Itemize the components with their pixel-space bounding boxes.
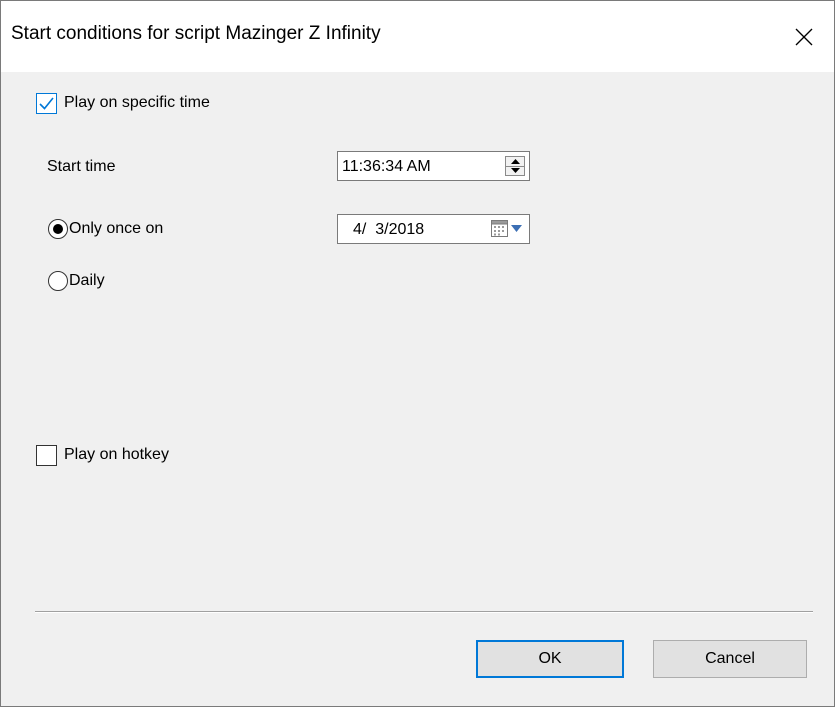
only-once-radio[interactable] xyxy=(48,219,68,239)
close-button[interactable] xyxy=(774,1,834,72)
date-picker[interactable]: 4/ 3/2018 xyxy=(337,214,530,244)
radio-selected-dot xyxy=(53,224,63,234)
only-once-label[interactable]: Only once on xyxy=(69,220,163,238)
date-value[interactable]: 4/ 3/2018 xyxy=(353,221,424,239)
title-bar: Start conditions for script Mazinger Z I… xyxy=(1,1,834,72)
start-time-value[interactable]: 11:36:34 AM xyxy=(342,158,431,176)
checkmark-icon xyxy=(39,97,54,110)
spin-down-button[interactable] xyxy=(506,166,524,175)
play-on-specific-time-checkbox[interactable] xyxy=(36,93,57,114)
start-time-spinner[interactable] xyxy=(505,156,525,176)
start-time-picker[interactable]: 11:36:34 AM xyxy=(337,151,530,181)
calendar-icon xyxy=(491,220,508,237)
daily-radio[interactable] xyxy=(48,271,68,291)
play-on-hotkey-checkbox[interactable] xyxy=(36,445,57,466)
start-conditions-dialog: Start conditions for script Mazinger Z I… xyxy=(0,0,835,707)
play-on-hotkey-label[interactable]: Play on hotkey xyxy=(64,446,169,464)
dialog-body: Play on specific time Start time 11:36:3… xyxy=(1,72,834,706)
separator xyxy=(35,611,813,613)
play-on-specific-time-label[interactable]: Play on specific time xyxy=(64,94,210,112)
cancel-button[interactable]: Cancel xyxy=(653,640,807,678)
daily-label[interactable]: Daily xyxy=(69,272,105,290)
calendar-dropdown-button[interactable] xyxy=(491,220,523,238)
arrow-up-icon xyxy=(510,159,520,164)
arrow-down-icon xyxy=(510,168,520,173)
close-icon xyxy=(795,28,813,45)
ok-button[interactable]: OK xyxy=(476,640,624,678)
start-time-label: Start time xyxy=(47,158,116,175)
chevron-down-icon xyxy=(511,225,522,232)
window-title: Start conditions for script Mazinger Z I… xyxy=(11,23,381,44)
